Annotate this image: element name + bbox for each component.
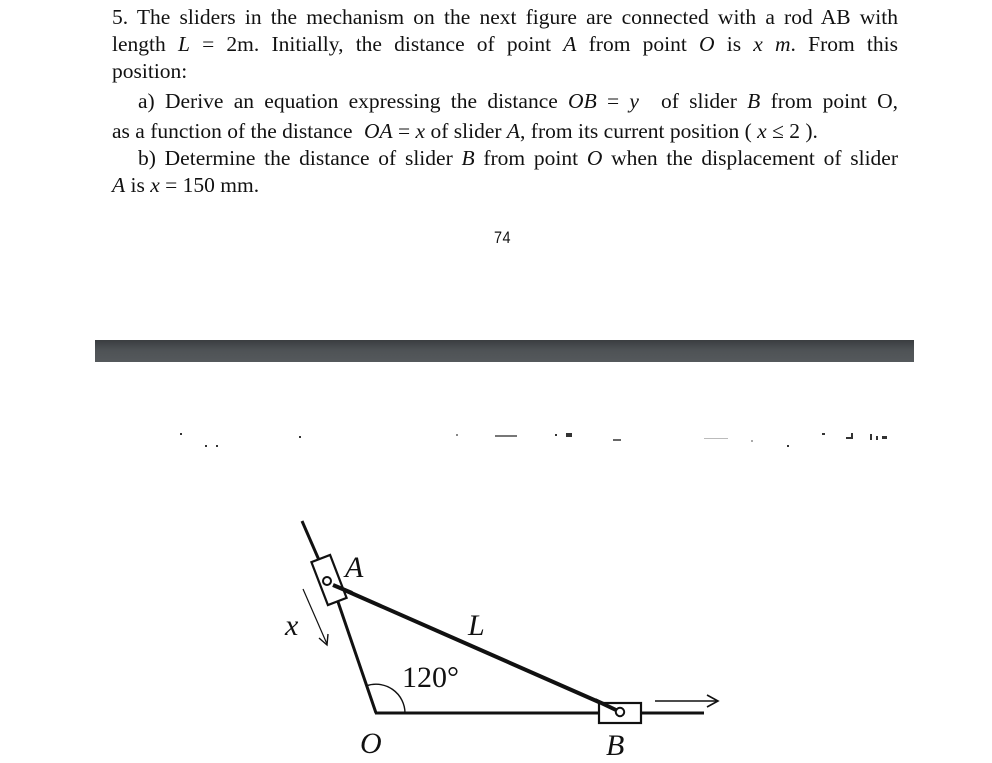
text-fragment: a) Derive an equation expressing the dis… [138,89,569,113]
pivot-B [614,706,626,718]
label-L: L [468,609,485,642]
problem-line-1: 5. The sliders in the mechanism on the n… [112,4,898,31]
text-fragment: ≤ 2 ). [766,119,818,143]
arrow-x-head [318,633,329,647]
label-B: B [606,729,625,762]
part-a-line-2: as a function of the distance OA = x of … [112,118,898,145]
var-B: B [747,89,761,113]
part-a-line-1: a) Derive an equation expressing the dis… [112,88,898,115]
text-fragment: is [714,32,754,56]
speck [456,434,458,436]
text-fragment: position: [112,59,188,83]
text-fragment: from point [474,146,587,170]
label-x: x [285,609,299,642]
speck [205,445,207,447]
var-B: B [461,146,475,170]
var-OB: OB [568,89,597,113]
speck [555,434,557,436]
speck [751,440,753,442]
speck [822,433,825,435]
speck [566,433,572,437]
text-fragment: is [125,173,151,197]
speck [704,438,728,439]
slider-B-box [597,701,643,725]
text-fragment: as a function of the distance [112,119,358,143]
speck [216,445,218,447]
label-A: A [345,551,364,584]
problem-statement: 5. The sliders in the mechanism on the n… [112,4,898,199]
var-A: A [506,119,521,143]
var-x-m: x m [753,32,791,56]
var-O: O [586,146,603,170]
speck [495,435,517,437]
text-fragment: . From this [790,32,898,56]
speck [613,439,621,441]
slider-A [310,553,348,607]
text-fragment: = 2 [189,32,238,56]
text-fragment: m. Initially, the distance of point [237,32,564,56]
speck [870,434,872,440]
var-L: L [177,32,190,56]
guide-a-upper [300,520,324,568]
rod-AB [332,583,618,712]
speck [846,437,852,439]
speck [180,433,182,435]
text-fragment: = [596,89,630,113]
var-x: x [415,119,426,143]
var-A: A [112,173,126,197]
problem-line-2: length L = 2m. Initially, the distance o… [112,31,898,58]
var-x: x [757,119,767,143]
rod-AB-stub [332,583,353,595]
faint-scan-artifacts [0,425,992,455]
problem-intro-text: 5. The sliders in the mechanism on the n… [112,5,898,29]
slider-A-box [310,553,348,607]
text-fragment: = 150 mm. [159,173,260,197]
text-fragment: length [112,32,178,56]
text-fragment: from point O, [760,89,898,113]
text-fragment: b) Determine the distance of slider [138,146,462,170]
label-angle-120: 120° [402,661,459,694]
speck [882,436,887,439]
text-fragment: , from its current position ( [520,119,758,143]
text-fragment: from point [576,32,700,56]
speck [787,445,789,447]
var-A: A [563,32,577,56]
var-x: x [150,173,160,197]
page-separator-bar [95,340,914,362]
pivot-A [322,576,332,586]
speck [299,436,301,438]
page-number: 74 [494,228,511,247]
rod-AB-end [594,698,617,712]
var-O: O [699,32,715,56]
var-OA: OA [363,119,393,143]
problem-line-3: position: [112,58,898,85]
var-y: y [629,89,639,113]
label-O: O [360,727,382,760]
text-fragment: when the displacement of slider [602,146,898,170]
part-b-line-2: A is x = 150 mm. [112,172,898,199]
text-fragment: of slider [425,119,507,143]
speck [876,436,878,440]
arrow-x-shaft [302,588,328,645]
guide-a-lower [334,595,378,714]
part-b-line-1: b) Determine the distance of slider B fr… [112,145,898,172]
angle-arc-120 [365,683,406,714]
text-fragment: = [392,119,416,143]
arrow-B-head [706,694,720,708]
text-fragment: of slider [660,89,748,113]
